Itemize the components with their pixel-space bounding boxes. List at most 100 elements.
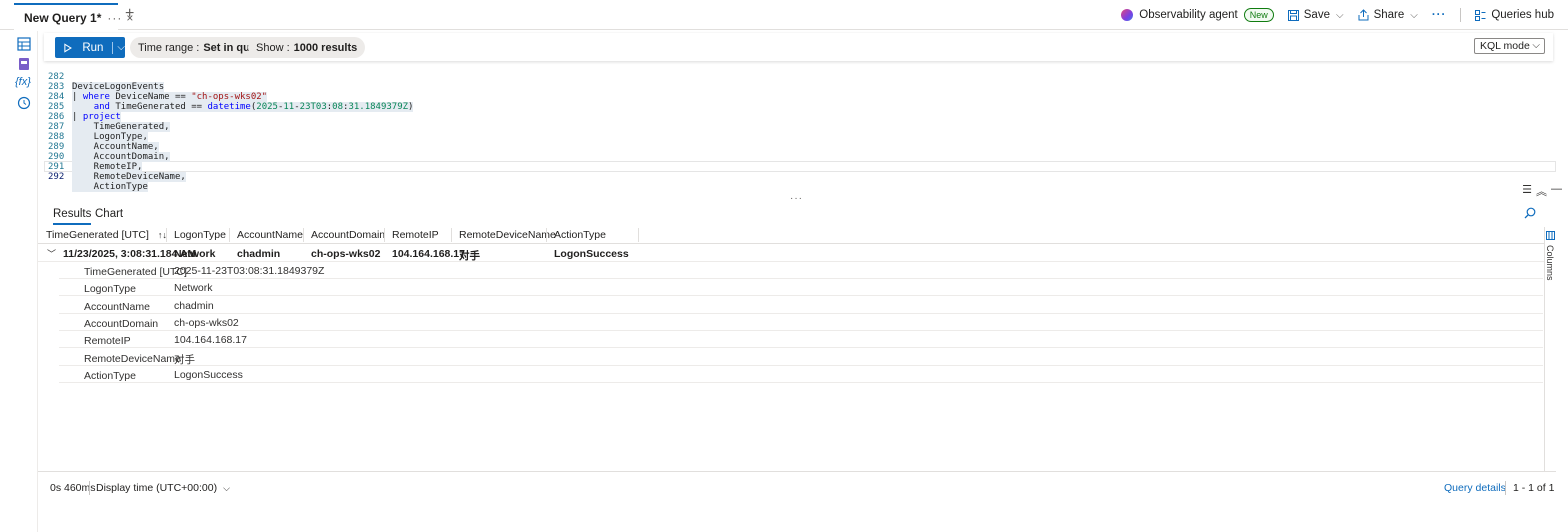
code-text: RemoteIP,	[72, 162, 143, 172]
code-text: LogonType,	[72, 132, 148, 142]
code-line: 284 and TimeGenerated == datetime(2025-1…	[44, 82, 414, 112]
tab-more-icon[interactable]: ···	[107, 11, 122, 25]
cell-accountdomain: ch-ops-wks02	[311, 248, 381, 260]
code-text: TimeGenerated,	[72, 122, 170, 132]
queries-icon[interactable]	[17, 57, 31, 71]
detail-value: chadmin	[174, 300, 214, 312]
history-icon[interactable]	[17, 96, 31, 110]
agent-label: Observability agent	[1139, 9, 1238, 21]
tab-results[interactable]: Results	[53, 208, 92, 225]
code-token: |	[72, 92, 83, 102]
tab-new-query-1[interactable]: New Query 1* ··· ×	[14, 3, 133, 30]
queries-hub-button[interactable]: Queries hub	[1475, 9, 1554, 21]
editor-tools: ☰ ︽ —	[1522, 183, 1562, 199]
code-keyword: datetime	[207, 102, 251, 112]
column-resizer[interactable]	[229, 228, 230, 242]
query-toolbar: Run ⌵ Time range : Set in query Show : 1…	[44, 33, 1553, 61]
detail-key: LogonType	[84, 283, 136, 295]
chevron-down-icon[interactable]: ⌵	[117, 42, 125, 53]
code-text: RemoteDeviceName,	[72, 172, 186, 182]
query-mode-select[interactable]: KQL mode ⌵	[1474, 38, 1545, 54]
code-line: 283 | where DeviceName == "ch-ops-wks02"	[44, 72, 268, 102]
chevron-down-icon[interactable]: ﹀	[47, 247, 56, 260]
column-resizer[interactable]	[638, 228, 639, 242]
query-mode-value: KQL mode	[1480, 40, 1530, 52]
save-label: Save	[1303, 9, 1330, 21]
table-row[interactable]: ﹀ 11/23/2025, 3:08:31.184 AM Network cha…	[38, 245, 1544, 262]
column-header[interactable]: TimeGenerated [UTC] ↑↓	[46, 228, 167, 244]
columns-icon	[1546, 231, 1555, 240]
code-line: 286 TimeGenerated,	[44, 102, 170, 132]
detail-row: AccountName chadmin	[59, 297, 1543, 314]
results-tabs: Results Chart	[38, 205, 1544, 225]
display-time-selector[interactable]: Display time (UTC+00:00) ⌵	[96, 482, 230, 494]
cell-remoteip: 104.164.168.17	[392, 248, 465, 260]
chevron-down-icon: ⌵	[1410, 9, 1418, 21]
code-line: 288 AccountName,	[44, 122, 159, 152]
pane-splitter[interactable]: ···	[790, 193, 803, 204]
column-header[interactable]: AccountDomain	[311, 228, 385, 244]
code-text: AccountDomain,	[72, 152, 170, 162]
display-time-label: Display time (UTC+00:00)	[96, 482, 218, 494]
observability-agent-button[interactable]: Observability agent New	[1121, 8, 1274, 22]
format-query-icon[interactable]: ☰	[1522, 183, 1532, 199]
results-grid-header: TimeGenerated [UTC] ↑↓ LogonType Account…	[38, 227, 1544, 244]
code-line: 285 | project	[44, 92, 121, 122]
chevron-down-icon: ⌵	[1335, 9, 1344, 21]
code-number: 11	[283, 102, 295, 112]
tab-chart[interactable]: Chart	[95, 208, 123, 220]
code-line: 287 LogonType,	[44, 112, 148, 142]
tables-icon[interactable]	[17, 37, 31, 51]
code-token: )	[408, 102, 414, 112]
more-icon: ···	[1431, 9, 1447, 21]
column-resizer[interactable]	[166, 228, 167, 242]
query-editor[interactable]: 282 DeviceLogonEvents 283 | where Device…	[44, 62, 1556, 192]
code-text: AccountName,	[72, 142, 159, 152]
column-resizer[interactable]	[384, 228, 385, 242]
detail-value: 104.164.168.17	[174, 334, 247, 346]
divider	[1505, 481, 1506, 495]
column-header[interactable]: LogonType	[174, 228, 226, 244]
functions-icon[interactable]: {fx}	[15, 76, 35, 90]
line-number: 292	[48, 172, 65, 182]
share-button[interactable]: Share ⌵	[1358, 9, 1418, 21]
code-line: 292 ActionType	[44, 162, 148, 192]
top-tab-bar: New Query 1* ··· × + Observability agent…	[0, 0, 1568, 30]
column-header[interactable]: AccountName	[237, 228, 303, 244]
new-badge: New	[1243, 8, 1274, 22]
column-resizer[interactable]	[546, 228, 547, 242]
detail-key: ActionType	[84, 370, 136, 382]
search-icon[interactable]	[1524, 207, 1536, 219]
columns-label: Columns	[1545, 245, 1555, 281]
column-resizer[interactable]	[451, 228, 452, 242]
detail-row: RemoteIP 104.164.168.17	[59, 331, 1543, 348]
code-number: 31.1849379Z	[348, 102, 409, 112]
column-header[interactable]: RemoteDeviceName	[459, 228, 556, 244]
cell-logontype: Network	[174, 248, 216, 260]
run-button[interactable]: Run ⌵	[55, 37, 125, 58]
detail-key: AccountName	[84, 301, 150, 313]
query-details-link[interactable]: Query details	[1444, 482, 1506, 494]
detail-row: RemoteDeviceName 对手	[59, 349, 1543, 366]
chevron-down-icon: ⌵	[1532, 40, 1540, 51]
column-resizer[interactable]	[303, 228, 304, 242]
detail-row: AccountDomain ch-ops-wks02	[59, 314, 1543, 331]
column-header[interactable]: RemoteIP	[392, 228, 439, 244]
tab-title: New Query 1*	[24, 10, 102, 25]
add-tab-icon[interactable]: +	[125, 5, 134, 23]
columns-panel-toggle[interactable]: Columns	[1544, 227, 1556, 471]
result-limit-picker[interactable]: Show : 1000 results	[248, 37, 366, 58]
divider	[89, 481, 90, 495]
show-value: 1000 results	[293, 41, 358, 54]
more-actions-button[interactable]: ···	[1432, 9, 1447, 21]
collapse-editor-icon[interactable]: ︽	[1536, 183, 1547, 199]
column-header[interactable]: ActionType	[554, 228, 606, 244]
code-line: 289 AccountDomain,	[44, 132, 170, 162]
detail-value: 对手	[174, 354, 195, 366]
detail-value: 2025-11-23T03:08:31.1849379Z	[174, 265, 325, 277]
queries-hub-label: Queries hub	[1491, 9, 1554, 21]
code-token: DeviceName ==	[109, 92, 192, 102]
save-button[interactable]: Save ⌵	[1287, 9, 1344, 21]
minimize-icon[interactable]: —	[1551, 183, 1562, 199]
